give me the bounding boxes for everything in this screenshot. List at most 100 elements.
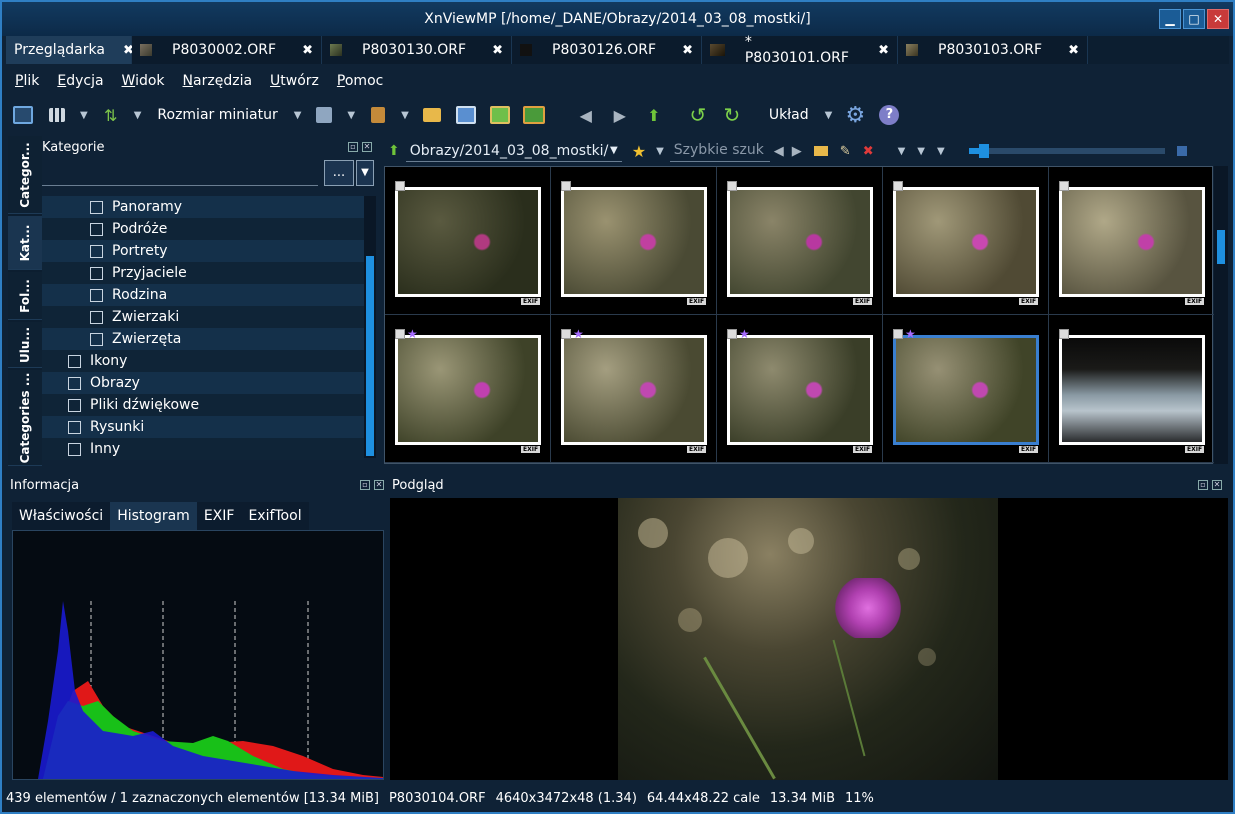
next-button[interactable]: ▶ bbox=[607, 103, 633, 127]
tab-exiftool[interactable]: ExifTool bbox=[241, 502, 309, 530]
select-checkbox[interactable] bbox=[561, 181, 571, 191]
thumbnail-image[interactable] bbox=[1059, 187, 1205, 297]
edit-icon[interactable]: ✎ bbox=[840, 144, 851, 159]
select-checkbox[interactable] bbox=[395, 329, 405, 339]
category-checkbox[interactable] bbox=[68, 420, 81, 434]
previous-button[interactable]: ◀ bbox=[573, 103, 599, 127]
maximize-button[interactable]: □ bbox=[1183, 9, 1205, 29]
thumbnail-cell[interactable]: EXIF bbox=[385, 167, 551, 315]
scrollbar-thumb[interactable] bbox=[366, 256, 374, 456]
close-tab-icon[interactable]: ✖ bbox=[682, 43, 693, 58]
capture-button[interactable] bbox=[453, 103, 479, 127]
parent-folder-button[interactable]: ⬆ bbox=[641, 103, 667, 127]
sort-button[interactable]: ⇅ bbox=[98, 103, 124, 127]
category-checkbox[interactable] bbox=[68, 376, 81, 390]
side-tab-categories[interactable]: Categor... bbox=[8, 136, 42, 214]
close-panel-icon[interactable]: ✕ bbox=[362, 142, 372, 152]
select-checkbox[interactable] bbox=[893, 181, 903, 191]
chevron-down-icon[interactable]: ▼ bbox=[347, 110, 355, 121]
menu-help[interactable]: Pomoc bbox=[328, 73, 392, 89]
chevron-down-icon[interactable]: ▼ bbox=[80, 110, 88, 121]
thumbnail-cell[interactable]: EXIF bbox=[551, 167, 717, 315]
thumbnail-image[interactable] bbox=[893, 187, 1039, 297]
category-item[interactable]: Rodzina bbox=[42, 284, 364, 306]
category-item[interactable]: Przyjaciele bbox=[42, 262, 364, 284]
view-mode-icon[interactable] bbox=[1176, 146, 1187, 156]
thumbnail-cell[interactable]: EXIF bbox=[883, 167, 1049, 315]
close-button[interactable]: ✕ bbox=[1207, 9, 1229, 29]
chevron-down-icon[interactable]: ▼ bbox=[401, 110, 409, 121]
select-checkbox[interactable] bbox=[893, 329, 903, 339]
side-tab-favorites[interactable]: Ulu... bbox=[8, 322, 42, 368]
tab-image[interactable]: * P8030101.ORF ✖ bbox=[702, 34, 898, 66]
thumbnail-image[interactable] bbox=[561, 335, 707, 445]
thumbnail-scrollbar[interactable] bbox=[1214, 166, 1228, 464]
arrow-right-icon[interactable]: ▶ bbox=[792, 144, 802, 159]
tab-image[interactable]: P8030130.ORF ✖ bbox=[322, 36, 512, 64]
category-item[interactable]: Portrety bbox=[42, 240, 364, 262]
menu-edit[interactable]: Edycja bbox=[48, 73, 112, 89]
tab-image[interactable]: P8030002.ORF ✖ bbox=[132, 36, 322, 64]
chevron-down-icon[interactable]: ▼ bbox=[294, 110, 302, 121]
side-tab-folders[interactable]: Fol... bbox=[8, 272, 42, 320]
select-checkbox[interactable] bbox=[727, 329, 737, 339]
select-checkbox[interactable] bbox=[1059, 329, 1069, 339]
thumbnail-image[interactable] bbox=[727, 335, 873, 445]
menu-file[interactable]: Plik bbox=[6, 73, 48, 89]
close-tab-icon[interactable]: ✖ bbox=[1068, 43, 1079, 58]
category-item[interactable]: Podróże bbox=[42, 218, 364, 240]
category-item[interactable]: Panoramy bbox=[42, 196, 364, 218]
menu-view[interactable]: Widok bbox=[113, 73, 174, 89]
folder-button[interactable] bbox=[419, 103, 445, 127]
tab-image[interactable]: P8030103.ORF ✖ bbox=[898, 36, 1088, 64]
quick-search-input[interactable]: Szybkie szuk bbox=[669, 140, 770, 162]
star-icon[interactable]: ★ bbox=[632, 142, 646, 161]
thumbnail-image[interactable] bbox=[727, 187, 873, 297]
delete-icon[interactable]: ✖ bbox=[863, 144, 874, 159]
select-checkbox[interactable] bbox=[395, 181, 405, 191]
tab-properties[interactable]: Właściwości bbox=[12, 502, 111, 530]
thumbnail-cell[interactable]: EXIF bbox=[1049, 315, 1215, 463]
category-item[interactable]: Zwierzęta bbox=[42, 328, 364, 350]
thumbnail-image[interactable] bbox=[893, 335, 1039, 445]
preview-image[interactable] bbox=[618, 498, 998, 780]
path-combo[interactable]: Obrazy/2014_03_08_mostki/ ▼ bbox=[405, 140, 622, 162]
category-checkbox[interactable] bbox=[68, 398, 81, 412]
close-tab-icon[interactable]: ✖ bbox=[878, 43, 889, 58]
chevron-down-icon[interactable]: ▼ bbox=[937, 146, 945, 157]
category-item[interactable]: Rysunki bbox=[42, 416, 364, 438]
close-tab-icon[interactable]: ✖ bbox=[302, 43, 313, 58]
slider-handle[interactable] bbox=[978, 144, 989, 158]
thumbnail-cell[interactable]: ★ EXIF bbox=[717, 315, 883, 463]
close-panel-icon[interactable]: ✕ bbox=[1212, 480, 1222, 490]
category-checkbox[interactable] bbox=[90, 222, 103, 236]
arrow-left-icon[interactable]: ◀ bbox=[774, 144, 784, 159]
category-item[interactable]: Zwierzaki bbox=[42, 306, 364, 328]
tag-button[interactable] bbox=[365, 103, 391, 127]
close-tab-icon[interactable]: ✖ bbox=[492, 43, 503, 58]
scrollbar-thumb[interactable] bbox=[1217, 230, 1225, 264]
category-item[interactable]: Inny bbox=[42, 438, 364, 460]
select-checkbox[interactable] bbox=[1059, 181, 1069, 191]
category-filter-input[interactable] bbox=[42, 162, 318, 186]
chevron-down-icon[interactable]: ▼ bbox=[825, 110, 833, 121]
settings-button[interactable]: ⚙ bbox=[842, 103, 868, 128]
thumbnail-image[interactable] bbox=[561, 187, 707, 297]
thumbnail-image[interactable] bbox=[1059, 335, 1205, 445]
category-checkbox[interactable] bbox=[68, 442, 81, 456]
category-checkbox[interactable] bbox=[90, 200, 103, 214]
chevron-down-icon[interactable]: ▼ bbox=[134, 110, 142, 121]
minimize-button[interactable]: ▁ bbox=[1159, 9, 1181, 29]
tab-image[interactable]: P8030126.ORF ✖ bbox=[512, 36, 702, 64]
fullscreen-button[interactable] bbox=[10, 103, 36, 127]
tab-browser[interactable]: Przeglądarka ✖ bbox=[6, 36, 134, 64]
tab-exif[interactable]: EXIF bbox=[196, 502, 242, 530]
thumbnail-size-slider[interactable] bbox=[968, 144, 1165, 158]
slideshow-button[interactable] bbox=[311, 103, 337, 127]
chevron-down-icon[interactable]: ▼ bbox=[917, 146, 925, 157]
side-tab-categories-filter[interactable]: Categories ... bbox=[8, 370, 42, 466]
chevron-down-icon[interactable]: ▼ bbox=[656, 146, 664, 157]
category-item[interactable]: Pliki dźwiękowe bbox=[42, 394, 364, 416]
thumbnail-image[interactable] bbox=[395, 187, 541, 297]
select-checkbox[interactable] bbox=[727, 181, 737, 191]
